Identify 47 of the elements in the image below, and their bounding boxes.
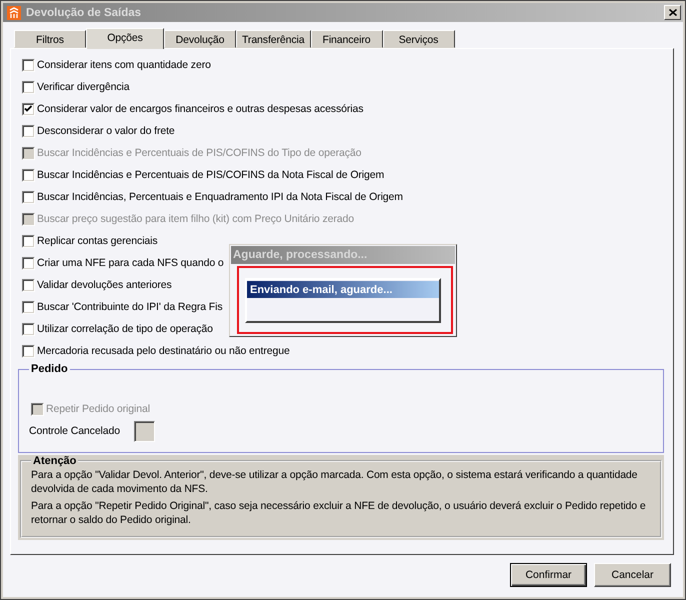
checkbox-label: Criar uma NFE para cada NFS quando o — [37, 257, 224, 269]
notice-title: Atenção — [32, 455, 78, 467]
checkbox-label: Verificar divergência — [37, 81, 130, 93]
checkbox[interactable] — [22, 344, 35, 358]
checkbox-label: Utilizar correlação de tipo de operação — [37, 323, 213, 335]
checkbox[interactable] — [22, 80, 35, 94]
checkbox-label: Buscar Incidências e Percentuais de PIS/COFINS do Tipo de operação — [37, 147, 362, 159]
checkbox-label: Buscar preço sugestão para item filho (kit) com Preço Unitário zerado — [37, 213, 354, 225]
cancel-button[interactable]: Cancelar — [594, 563, 671, 587]
checkbox[interactable] — [22, 234, 35, 248]
checkbox-label: Considerar itens com quantidade zero — [37, 59, 211, 71]
tab[interactable]: Filtros — [14, 30, 86, 48]
checkbox[interactable] — [22, 300, 35, 314]
checkbox-label: Repetir Pedido original — [46, 403, 150, 415]
notice-text: Para a opção "Repetir Pedido Original", caso seja necessário excluir a NFE de devolução, o usuário deverá excluir o Pedido repetido e retornar o saldo do Pedido original. — [31, 499, 647, 527]
dialog-title: Aguarde, processando... — [231, 246, 455, 264]
logo-icon — [7, 6, 21, 20]
window-title: Devolução de Saídas — [26, 6, 142, 18]
checkbox-label: Desconsiderar o valor do frete — [37, 125, 175, 137]
checkbox-label: Buscar Incidências e Percentuais de PIS/COFINS da Nota Fiscal de Origem — [37, 169, 384, 181]
checkbox-label: Considerar valor de encargos financeiros e outras despesas acessórias — [37, 103, 364, 115]
checkbox-label: Validar devoluções anteriores — [37, 279, 172, 291]
checkbox[interactable] — [22, 124, 35, 138]
tab[interactable]: Financeiro — [310, 30, 383, 48]
checkbox-label: Buscar Incidências, Percentuais e Enquadramento IPI da Nota Fiscal de Origem — [37, 191, 403, 203]
checkbox-label: Replicar contas gerenciais — [37, 235, 158, 247]
notice-text: Para a opção "Validar Devol. Anterior", deve-se utilizar a opção marcada. Com esta opção, o sistema estará verificando a quantidade devolvida de cada movimento da NFS. — [31, 468, 638, 496]
message-item: Enviando e-mail, aguarde... — [247, 281, 439, 298]
confirm-button[interactable]: Confirmar — [510, 563, 587, 587]
tab[interactable]: Transferência — [236, 30, 311, 48]
checkbox[interactable] — [22, 256, 35, 270]
checkbox[interactable] — [22, 168, 35, 182]
close-button[interactable] — [664, 5, 681, 20]
close-icon — [668, 9, 676, 16]
tab[interactable]: Opções — [86, 28, 164, 49]
tab[interactable]: Serviços — [382, 30, 455, 48]
checkbox[interactable] — [22, 102, 35, 116]
field-label: Controle Cancelado — [29, 425, 120, 437]
checkbox[interactable] — [22, 322, 35, 336]
checkbox[interactable] — [22, 58, 35, 72]
checkbox[interactable] — [22, 190, 35, 204]
checkbox-label: Mercadoria recusada pelo destinatário ou não entregue — [37, 345, 290, 357]
checkbox[interactable] — [22, 278, 35, 292]
checkbox-label: Buscar 'Contribuinte do IPI' da Regra Fis — [37, 301, 223, 313]
tab[interactable]: Devolução — [164, 30, 236, 48]
group-title: Pedido — [30, 363, 69, 375]
status-field[interactable] — [134, 420, 156, 442]
